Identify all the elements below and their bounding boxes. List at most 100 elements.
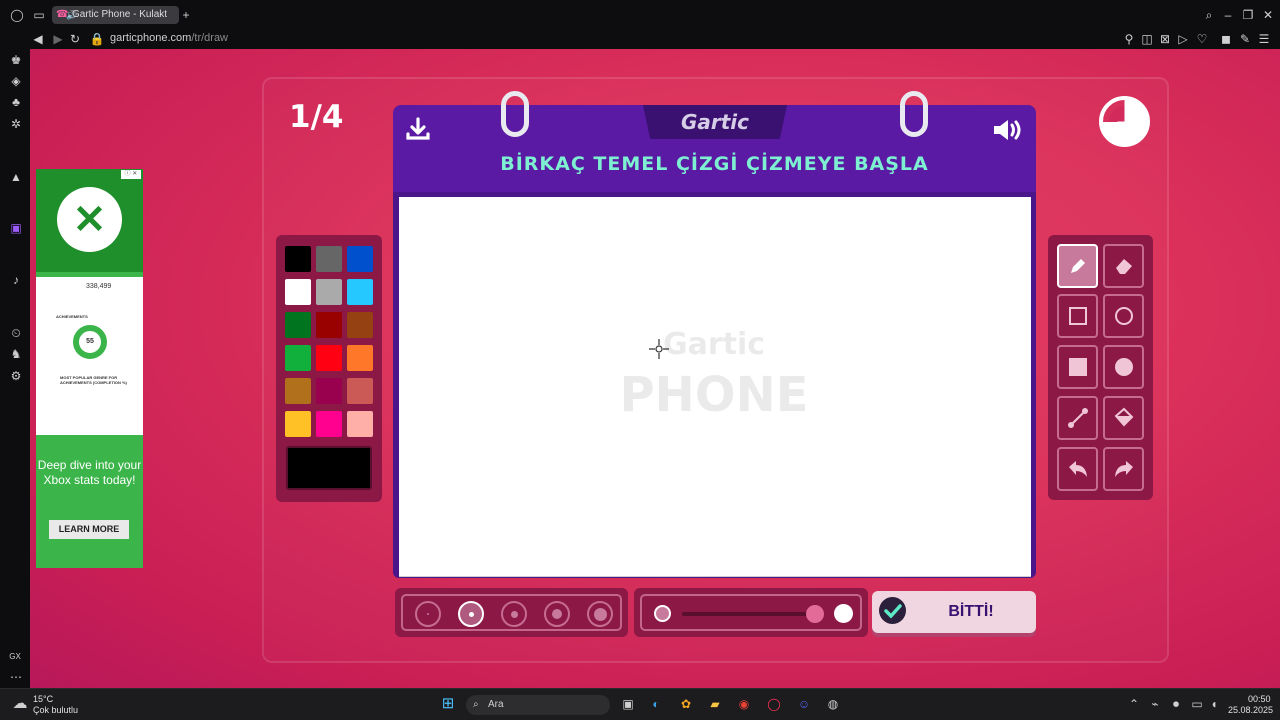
search-tabs-icon[interactable]: ⌕: [1201, 8, 1217, 22]
color-swatch[interactable]: [316, 345, 342, 371]
binder-ring-left: [501, 91, 529, 137]
drawing-board: Gartic BİRKAÇ TEMEL ÇİZGİ ÇİZMEYE BAŞLA …: [393, 91, 1036, 578]
eraser-tool-icon[interactable]: [1103, 244, 1144, 288]
forward-icon[interactable]: ▶: [50, 32, 66, 46]
redo-icon[interactable]: [1103, 447, 1144, 491]
task-view-icon[interactable]: ▣: [620, 697, 636, 711]
ad-stats-card: 338,499 ACHIEVEMENTS 55 MOST POPULAR GEN…: [36, 277, 143, 435]
new-tab-icon[interactable]: +: [178, 8, 194, 22]
brush-size-1-button[interactable]: [415, 601, 441, 627]
back-icon[interactable]: ◀: [30, 32, 46, 46]
line-tool-icon[interactable]: [1057, 396, 1098, 440]
drawing-canvas[interactable]: Gartic PHONE: [399, 197, 1031, 577]
color-swatch[interactable]: [285, 312, 311, 338]
sidebar-history-icon[interactable]: ⏲: [8, 326, 24, 340]
brush-size-3-button[interactable]: [501, 601, 527, 627]
url-field[interactable]: garticphone.com/tr/draw: [110, 32, 228, 44]
minimize-icon[interactable]: –: [1220, 8, 1236, 22]
microphone-icon[interactable]: ⏺: [1168, 697, 1184, 711]
color-swatch[interactable]: [347, 312, 373, 338]
sidebar-aria-icon[interactable]: ▲: [8, 170, 24, 184]
extension-icon[interactable]: ✎: [1237, 32, 1253, 46]
undo-icon[interactable]: [1057, 447, 1098, 491]
tab-gartic-phone[interactable]: ☎ 🔊 Gartic Phone - Kulakt: [52, 6, 179, 24]
ad-choices-icon[interactable]: ⓘ ✕: [121, 170, 141, 179]
color-swatch[interactable]: [285, 411, 311, 437]
weather-icon[interactable]: ☁: [12, 696, 28, 711]
adblock-icon[interactable]: ⊠: [1157, 32, 1173, 46]
color-swatch[interactable]: [316, 246, 342, 272]
brush-size-5-button[interactable]: [587, 601, 613, 627]
color-swatch[interactable]: [347, 411, 373, 437]
done-label: BİTTİ!: [948, 603, 994, 620]
rectangle-outline-tool-icon[interactable]: [1057, 294, 1098, 338]
rectangle-filled-tool-icon[interactable]: [1057, 345, 1098, 389]
display-icon[interactable]: ▭: [1189, 697, 1205, 711]
color-swatch[interactable]: [316, 312, 342, 338]
windows-start-icon[interactable]: ⊞: [440, 696, 456, 711]
file-explorer-icon[interactable]: ▰: [707, 697, 723, 711]
pencil-tool-icon[interactable]: [1057, 244, 1098, 288]
sidebar-cleaner-icon[interactable]: ✲: [8, 117, 24, 131]
easy-setup-icon[interactable]: ☰: [1256, 32, 1272, 46]
color-swatch[interactable]: [285, 378, 311, 404]
brush-size-4-button[interactable]: [544, 601, 570, 627]
sidebar-gx-control-icon[interactable]: ♣: [8, 95, 24, 109]
gartic-logo-text: Gartic: [680, 110, 750, 134]
tab-audio-icon[interactable]: 🔊: [66, 6, 77, 24]
sidebar-workspace-icon[interactable]: ♚: [8, 53, 24, 67]
sidebar-game-icon[interactable]: ◈: [8, 74, 24, 88]
restore-icon[interactable]: ❐: [1240, 8, 1256, 22]
tab-islands-icon[interactable]: ▭: [31, 8, 47, 22]
done-button[interactable]: BİTTİ!: [872, 591, 1036, 633]
edge-icon[interactable]: ◐: [648, 697, 664, 711]
close-window-icon[interactable]: ✕: [1260, 8, 1276, 22]
sidebar-settings-icon[interactable]: ⚙: [8, 369, 24, 383]
color-swatch[interactable]: [316, 411, 342, 437]
drawing-prompt: BİRKAÇ TEMEL ÇİZGİ ÇİZMEYE BAŞLA: [500, 153, 929, 175]
volume-icon[interactable]: [992, 117, 1024, 148]
copilot-icon[interactable]: ✿: [678, 697, 694, 711]
network-icon[interactable]: ⌁: [1147, 697, 1163, 711]
color-swatch[interactable]: [347, 345, 373, 371]
fill-bucket-tool-icon[interactable]: [1103, 396, 1144, 440]
opera-gx-taskbar-icon[interactable]: ◯: [766, 697, 782, 711]
reload-icon[interactable]: ↻: [67, 32, 83, 46]
taskbar-search[interactable]: ⌕ Ara: [466, 695, 610, 715]
sidebar-twitch-icon[interactable]: ▣: [8, 221, 24, 235]
temperature: 15°C: [33, 694, 54, 704]
ellipse-outline-tool-icon[interactable]: [1103, 294, 1144, 338]
pin-icon[interactable]: ⚲: [1121, 32, 1137, 46]
heart-icon[interactable]: ♡: [1194, 32, 1210, 46]
app-icon[interactable]: ◍: [825, 697, 841, 711]
color-swatch[interactable]: [347, 279, 373, 305]
tray-chevron-icon[interactable]: ⌃: [1126, 697, 1142, 711]
xbox-logo-icon: ✕: [57, 187, 122, 252]
color-swatch[interactable]: [347, 378, 373, 404]
color-swatch[interactable]: [285, 279, 311, 305]
color-swatch[interactable]: [316, 378, 342, 404]
download-icon[interactable]: [405, 117, 431, 146]
camera-icon[interactable]: ◫: [1139, 32, 1155, 46]
ellipse-filled-tool-icon[interactable]: [1103, 345, 1144, 389]
opacity-slider-track[interactable]: [682, 612, 810, 616]
chrome-icon[interactable]: ◉: [736, 697, 752, 711]
volume-tray-icon[interactable]: ◖: [1206, 697, 1222, 711]
learn-more-button[interactable]: LEARN MORE: [49, 520, 129, 539]
brush-size-dot: [552, 609, 562, 619]
brush-size-2-button[interactable]: [458, 601, 484, 627]
discord-icon[interactable]: ☺: [796, 697, 812, 711]
xbox-ad[interactable]: ✕ ⓘ ✕ 338,499 ACHIEVEMENTS 55 MOST POPUL…: [36, 169, 143, 568]
sidebar-music-icon[interactable]: ♪: [8, 273, 24, 287]
color-swatch[interactable]: [316, 279, 342, 305]
sidebar-more-icon[interactable]: ⋯: [8, 670, 24, 684]
color-swatch[interactable]: [285, 246, 311, 272]
color-swatch[interactable]: [347, 246, 373, 272]
color-swatch[interactable]: [285, 345, 311, 371]
ad-stat-value: 338,499: [86, 283, 112, 290]
opacity-slider-handle[interactable]: [806, 605, 824, 623]
profile-avatar-icon[interactable]: ◼: [1218, 32, 1234, 46]
opera-gx-logo-icon[interactable]: ◯: [9, 8, 25, 22]
player-icon[interactable]: ▷: [1175, 32, 1191, 46]
sidebar-extensions-icon[interactable]: ♞: [8, 347, 24, 361]
